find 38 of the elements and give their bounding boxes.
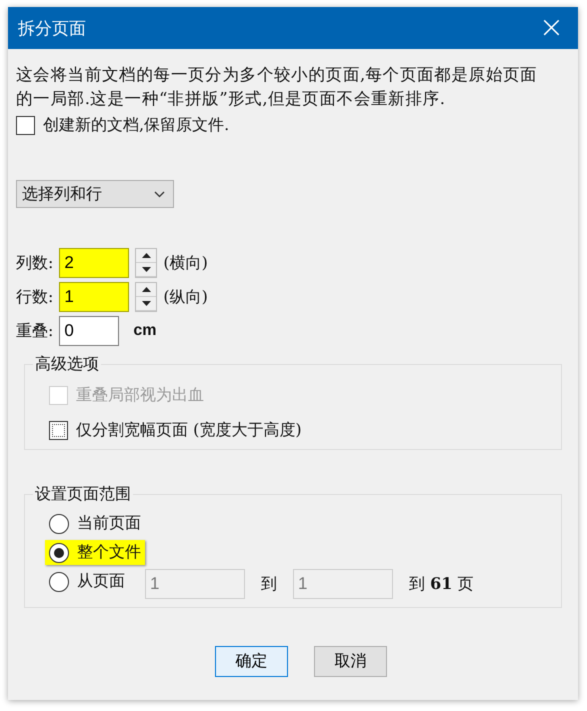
field-label: 列数: bbox=[16, 252, 54, 274]
highlighted-radio-option[interactable]: 整个文件 bbox=[45, 540, 145, 565]
checkbox-label: 重叠局部视为出血 bbox=[76, 385, 204, 406]
number-field[interactable]: 0 bbox=[59, 316, 120, 346]
number-field[interactable]: 2 bbox=[59, 248, 130, 278]
radio-option[interactable]: 从页面 bbox=[45, 569, 129, 594]
unit-label: (纵向) bbox=[163, 286, 208, 308]
checkbox[interactable] bbox=[49, 421, 68, 440]
window-title: 拆分页面 bbox=[18, 18, 86, 40]
group-title: 高级选项 bbox=[34, 354, 100, 375]
description-text: 这会将当前文档的每一页分为多个较小的页面,每个页面都是原始页面的一局部.这是一种“非拼版”形式,但是页面不会重新排序. bbox=[16, 64, 538, 110]
from-page-field[interactable]: 1 bbox=[145, 569, 245, 599]
radio-button[interactable] bbox=[49, 542, 69, 562]
mode-dropdown[interactable]: 选择列和行 bbox=[16, 180, 174, 208]
radio-option[interactable]: 当前页面 bbox=[45, 511, 145, 536]
up-arrow-icon bbox=[142, 287, 151, 292]
cancel-button[interactable]: 取消 bbox=[314, 646, 387, 677]
total-pages-text: 到 61 页 bbox=[409, 574, 474, 594]
down-arrow-icon bbox=[142, 267, 151, 272]
chevron-down-icon bbox=[154, 190, 165, 198]
to-page-field[interactable]: 1 bbox=[293, 569, 393, 599]
unit-label: cm bbox=[133, 322, 157, 340]
to-label: 到 bbox=[261, 574, 277, 594]
checkbox-label: 仅分割宽幅页面 (宽度大于高度) bbox=[76, 420, 302, 441]
radio-button[interactable] bbox=[49, 514, 69, 534]
checkbox[interactable] bbox=[16, 116, 35, 135]
up-arrow-icon bbox=[142, 253, 151, 258]
dropdown-value: 选择列和行 bbox=[22, 184, 102, 204]
field-label: 行数: bbox=[16, 286, 54, 308]
checkbox-label: 创建新的文档,保留原文件. bbox=[43, 115, 230, 136]
down-arrow-icon bbox=[142, 301, 151, 306]
close-button[interactable]: × bbox=[534, 13, 568, 43]
radio-button[interactable] bbox=[49, 572, 69, 592]
unit-label: (横向) bbox=[163, 252, 208, 274]
number-field[interactable]: 1 bbox=[59, 282, 130, 312]
field-label: 重叠: bbox=[16, 320, 54, 342]
group-title: 设置页面范围 bbox=[34, 484, 132, 505]
ok-button[interactable]: 确定 bbox=[215, 646, 288, 677]
